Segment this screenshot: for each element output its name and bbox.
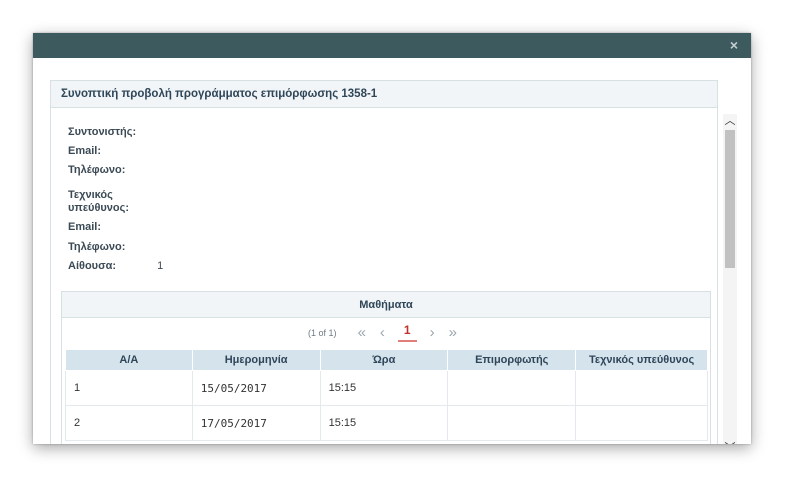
cell-time: 15:15 — [319, 370, 449, 406]
chevron-right-icon[interactable]: › — [430, 324, 435, 341]
dialog: × Συνοπτική προβολή προγράμματος επιμόρφ… — [33, 33, 751, 444]
chevron-left-icon[interactable]: ‹ — [380, 324, 385, 341]
vertical-scrollbar[interactable]: ︿ ﹀ — [723, 114, 737, 444]
room-label: Αίθουσα: — [68, 260, 117, 272]
tech-manager-label-line2: υπεύθυνος: — [68, 202, 130, 214]
paginator: (1 of 1) « ‹ 1 › » — [62, 318, 710, 347]
cell-tech-manager — [575, 370, 708, 406]
cell-date: 17/05/2017 — [191, 405, 321, 441]
room-value: 1 — [157, 260, 164, 272]
summary-panel: Συνοπτική προβολή προγράμματος επιμόρφωσ… — [50, 80, 718, 444]
tech-email-row: Email: — [68, 221, 154, 233]
column-header-trainer[interactable]: Επιμορφωτής — [447, 349, 577, 371]
double-chevron-right-icon[interactable]: » — [449, 324, 457, 341]
column-header-aa[interactable]: Α/Α — [65, 349, 193, 371]
coordinator-email-row: Email: — [68, 145, 154, 157]
cell-date: 15/05/2017 — [191, 370, 321, 406]
table-row[interactable]: 1 15/05/2017 15:15 — [65, 370, 708, 406]
double-chevron-left-icon[interactable]: « — [358, 324, 366, 341]
lessons-title: Μαθήματα — [62, 292, 710, 318]
cell-tech-manager — [575, 405, 708, 441]
tech-manager-row-2: υπεύθυνος: — [68, 202, 154, 214]
chevron-down-icon[interactable]: ﹀ — [723, 441, 737, 444]
cell-time: 15:15 — [319, 405, 449, 441]
table-row[interactable]: 2 17/05/2017 15:15 — [65, 405, 708, 441]
email-label: Email: — [68, 221, 102, 233]
column-header-date[interactable]: Ημερομηνία — [191, 349, 321, 371]
chevron-up-icon[interactable]: ︿ — [723, 114, 737, 128]
coordinator-row: Συντονιστής: — [68, 126, 154, 138]
lessons-panel: Μαθήματα (1 of 1) « ‹ 1 › » Α/Α Ημερομην… — [61, 291, 711, 444]
cell-trainer — [447, 405, 577, 441]
dialog-body: Συνοπτική προβολή προγράμματος επιμόρφωσ… — [33, 58, 751, 444]
phone-label: Τηλέφωνο: — [68, 164, 126, 176]
coordinator-phone-row: Τηλέφωνο: — [68, 164, 154, 176]
table-header-row: Α/Α Ημερομηνία Ώρα Επιμορφωτής Τεχνικός … — [65, 349, 708, 371]
column-header-tech-manager[interactable]: Τεχνικός υπεύθυνος — [575, 349, 708, 371]
lessons-table: Α/Α Ημερομηνία Ώρα Επιμορφωτής Τεχνικός … — [65, 349, 708, 441]
phone-label: Τηλέφωνο: — [68, 241, 126, 253]
column-header-time[interactable]: Ώρα — [319, 349, 449, 371]
tech-manager-row: Τεχνικός — [68, 189, 154, 201]
panel-title: Συνοπτική προβολή προγράμματος επιμόρφωσ… — [51, 81, 717, 108]
close-icon[interactable]: × — [727, 38, 741, 52]
tech-phone-row: Τηλέφωνο: — [68, 241, 154, 253]
coordinator-label: Συντονιστής: — [68, 126, 137, 138]
cell-aa: 1 — [65, 370, 193, 406]
cell-trainer — [447, 370, 577, 406]
email-label: Email: — [68, 145, 102, 157]
scrollbar-thumb[interactable] — [725, 130, 735, 268]
cell-aa: 2 — [65, 405, 193, 441]
page-report: (1 of 1) — [308, 327, 337, 338]
room-row: Αίθουσα: 1 — [68, 260, 163, 272]
tech-manager-label-line1: Τεχνικός — [68, 189, 113, 201]
dialog-header: × — [33, 33, 751, 58]
page-number-button[interactable]: 1 — [397, 323, 417, 342]
